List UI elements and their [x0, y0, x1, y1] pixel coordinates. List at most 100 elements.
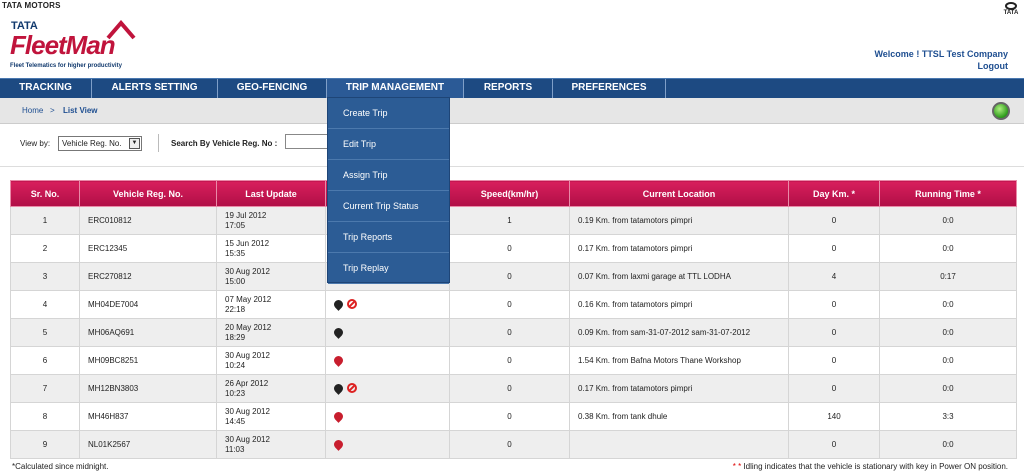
cell-running-time: 0:0	[879, 290, 1017, 319]
cell-day-km: 4	[788, 262, 880, 291]
cell-speed: 0	[449, 262, 570, 291]
breadcrumb-home[interactable]: Home	[22, 106, 43, 115]
nav-tracking[interactable]: TRACKING	[0, 79, 92, 98]
table-row[interactable]: 4 MH04DE7004 07 May 2012 22:18 0 0.16 Km. fro…	[10, 290, 1017, 319]
cell-current-location: 0.16 Km. from tatamotors pimpri	[569, 290, 789, 319]
cell-speed: 0	[449, 402, 570, 431]
nav-alerts-setting[interactable]: ALERTS SETTING	[92, 79, 218, 98]
update-time: 10:23	[225, 388, 246, 398]
table-row[interactable]: 1 ERC010812 19 Jul 2012 17:05 1 0.19 Km. from…	[10, 206, 1017, 235]
menu-edit-trip[interactable]: Edit Trip	[328, 129, 449, 160]
cell-current-location: 0.09 Km. from sam-31-07-2012 sam-31-07-2…	[569, 318, 789, 347]
welcome-text: Welcome ! TTSL Test Company	[874, 49, 1008, 59]
search-input[interactable]	[285, 134, 329, 149]
col-vehicle-reg: Vehicle Reg. No.	[79, 180, 217, 207]
cell-sr-no: 2	[10, 234, 80, 263]
location-pin-icon[interactable]	[332, 410, 345, 423]
nav-geo-fencing[interactable]: GEO-FENCING	[218, 79, 327, 98]
cell-last-update: 19 Jul 2012 17:05	[216, 206, 326, 235]
table-row[interactable]: 6 MH09BC8251 30 Aug 2012 10:24 0 1.54 Km. fro…	[10, 346, 1017, 375]
cell-sr-no: 1	[10, 206, 80, 235]
cell-running-time: 0:0	[879, 318, 1017, 347]
filter-divider	[158, 134, 159, 152]
table-row[interactable]: 9 NL01K2567 30 Aug 2012 11:03 0 0 0:0	[10, 430, 1017, 459]
cell-vehicle-reg: MH46H837	[79, 402, 217, 431]
nav-preferences[interactable]: PREFERENCES	[553, 79, 666, 98]
location-pin-icon[interactable]	[332, 326, 345, 339]
cell-status-icons	[325, 290, 450, 319]
update-time: 11:03	[225, 444, 245, 454]
menu-trip-replay[interactable]: Trip Replay	[328, 253, 449, 284]
cell-vehicle-reg: MH09BC8251	[79, 346, 217, 375]
cell-current-location: 0.07 Km. from laxmi garage at TTL LODHA	[569, 262, 789, 291]
cell-running-time: 0:0	[879, 374, 1017, 403]
menu-assign-trip[interactable]: Assign Trip	[328, 160, 449, 191]
view-by-label: View by:	[20, 139, 51, 148]
breadcrumb-separator: >	[50, 106, 55, 115]
location-pin-icon[interactable]	[332, 382, 345, 395]
nav-trip-management[interactable]: TRIP MANAGEMENT	[327, 79, 464, 98]
breadcrumb-current: List View	[63, 106, 98, 115]
vehicle-table: Sr. No. Vehicle Reg. No. Last Update Spe…	[10, 180, 1017, 459]
cell-speed: 0	[449, 318, 570, 347]
location-pin-icon[interactable]	[332, 354, 345, 367]
cell-day-km: 0	[788, 318, 880, 347]
no-signal-icon	[347, 299, 357, 310]
cell-vehicle-reg: ERC12345	[79, 234, 217, 263]
cell-last-update: 30 Aug 2012 10:24	[216, 346, 326, 375]
tata-motors-brand: TATA MOTORS	[2, 1, 61, 10]
col-sr-no: Sr. No.	[10, 180, 80, 207]
menu-create-trip[interactable]: Create Trip	[328, 98, 449, 129]
tata-emblem-icon	[1005, 2, 1017, 10]
cell-day-km: 0	[788, 290, 880, 319]
table-row[interactable]: 3 ERC270812 30 Aug 2012 15:00 0 0.07 Km. from…	[10, 262, 1017, 291]
footnote-midnight: *Calculated since midnight.	[12, 462, 109, 471]
location-pin-icon[interactable]	[332, 438, 345, 451]
update-time: 14:45	[225, 416, 246, 426]
cell-speed: 0	[449, 346, 570, 375]
cell-vehicle-reg: MH06AQ691	[79, 318, 217, 347]
nav-reports[interactable]: REPORTS	[464, 79, 553, 98]
col-day-km: Day Km. *	[788, 180, 880, 207]
cell-speed: 0	[449, 234, 570, 263]
view-by-select[interactable]: Vehicle Reg. No. ▼	[58, 136, 142, 151]
fleetman-logo: TATA FleetMan Fleet Telematics for highe…	[8, 18, 148, 74]
table-header-row: Sr. No. Vehicle Reg. No. Last Update Spe…	[10, 180, 1017, 207]
cell-day-km: 0	[788, 206, 880, 235]
update-time: 17:05	[225, 220, 246, 230]
cell-running-time: 3:3	[879, 402, 1017, 431]
update-date: 15 Jun 2012	[225, 238, 270, 248]
menu-trip-reports[interactable]: Trip Reports	[328, 222, 449, 253]
cell-sr-no: 5	[10, 318, 80, 347]
cell-vehicle-reg: NL01K2567	[79, 430, 217, 459]
cell-day-km: 0	[788, 346, 880, 375]
divider	[0, 166, 1024, 167]
cell-running-time: 0:0	[879, 430, 1017, 459]
update-date: 30 Aug 2012	[225, 350, 270, 360]
filter-bar: View by: Vehicle Reg. No. ▼ Search By Ve…	[0, 128, 1024, 158]
cell-day-km: 0	[788, 374, 880, 403]
update-time: 22:18	[225, 304, 246, 314]
table-row[interactable]: 2 ERC12345 15 Jun 2012 15:35 0 0.17 Km. from …	[10, 234, 1017, 263]
cell-sr-no: 6	[10, 346, 80, 375]
cell-status-icons	[325, 318, 450, 347]
menu-current-trip-status[interactable]: Current Trip Status	[328, 191, 449, 222]
cell-speed: 1	[449, 206, 570, 235]
dropdown-arrow-icon[interactable]: ▼	[129, 138, 140, 149]
table-row[interactable]: 8 MH46H837 30 Aug 2012 14:45 0 0.38 Km. from …	[10, 402, 1017, 431]
main-nav: TRACKING ALERTS SETTING GEO-FENCING TRIP…	[0, 78, 1024, 98]
cell-vehicle-reg: MH12BN3803	[79, 374, 217, 403]
cell-status-icons	[325, 430, 450, 459]
cell-day-km: 140	[788, 402, 880, 431]
location-pin-icon[interactable]	[332, 298, 345, 311]
tata-logo-icon: TATA	[1002, 2, 1020, 18]
update-date: 19 Jul 2012	[225, 210, 267, 220]
cell-day-km: 0	[788, 430, 880, 459]
cell-running-time: 0:0	[879, 206, 1017, 235]
logout-link[interactable]: Logout	[874, 60, 1009, 72]
table-row[interactable]: 5 MH06AQ691 20 May 2012 18:29 0 0.09 Km. from…	[10, 318, 1017, 347]
view-by-value: Vehicle Reg. No.	[62, 139, 122, 148]
update-time: 15:00	[225, 276, 246, 286]
col-last-update: Last Update	[216, 180, 326, 207]
table-row[interactable]: 7 MH12BN3803 26 Apr 2012 10:23 0 0.17 Km. fro…	[10, 374, 1017, 403]
